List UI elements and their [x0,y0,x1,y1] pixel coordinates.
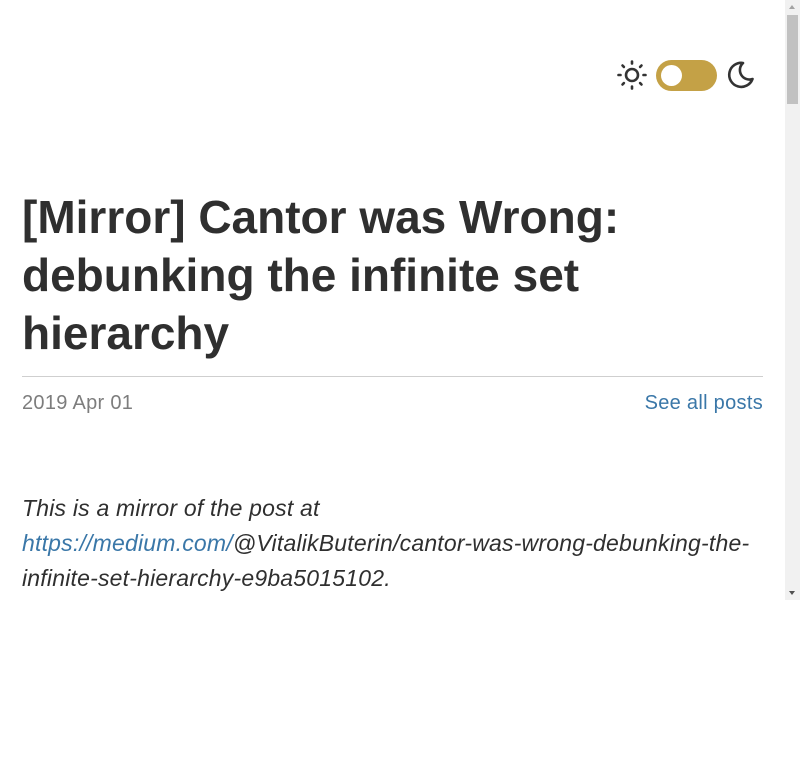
post-title: [Mirror] Cantor was Wrong: debunking the… [22,191,620,359]
dark-mode-switch[interactable] [656,59,717,91]
moon-icon[interactable] [724,59,756,91]
theme-toggle [616,58,756,92]
vertical-scrollbar[interactable] [785,0,800,600]
post-date: 2019 Apr 01 [22,392,134,414]
browser-viewport: [Mirror] Cantor was Wrong: debunking the… [0,0,800,600]
mirror-prefix: This is a mirror of the post at [22,495,320,521]
scroll-down-arrow-icon[interactable] [785,585,800,600]
switch-knob [661,64,682,86]
post-page: [Mirror] Cantor was Wrong: debunking the… [0,0,785,600]
see-all-posts-link[interactable]: See all posts [645,391,763,415]
sun-icon[interactable] [616,59,648,91]
scroll-up-arrow-icon[interactable] [785,0,800,15]
mirror-note: This is a mirror of the post at https://… [22,491,752,596]
scroll-thumb[interactable] [787,15,798,104]
title-divider [22,376,763,377]
mirror-link[interactable]: https://medium.com/ [22,530,233,556]
